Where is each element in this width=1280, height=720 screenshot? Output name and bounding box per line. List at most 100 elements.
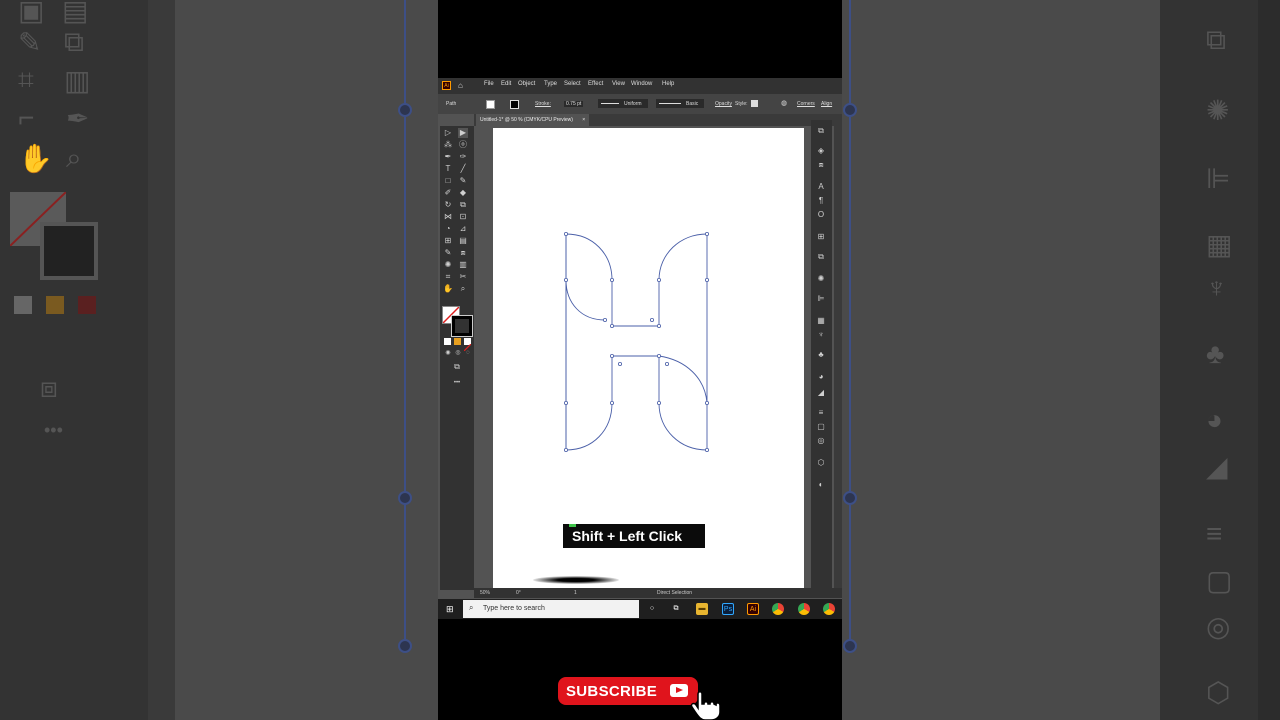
line-tool-icon[interactable]: ╱ (458, 164, 468, 174)
anchor-point[interactable] (704, 232, 709, 237)
menu-type[interactable]: Type (544, 81, 557, 87)
selection-tool-icon[interactable]: ▷ (443, 128, 453, 138)
zoom-tool-icon[interactable]: ⌕ (458, 284, 468, 294)
anchor-point[interactable] (610, 400, 615, 405)
anchor-point[interactable] (656, 277, 661, 282)
symbols-icon[interactable]: ♣ (816, 350, 826, 360)
brushes-icon[interactable]: ◢ (816, 388, 826, 398)
opentype-icon[interactable]: O (816, 210, 826, 220)
taskbar-search[interactable]: ⌕ Type here to search (463, 600, 639, 618)
direct-selection-tool-icon[interactable]: ▶ (458, 128, 468, 138)
stroke-weight-field[interactable]: 0.75 pt (564, 101, 584, 107)
chrome-icon[interactable] (772, 603, 784, 615)
curvature-tool-icon[interactable]: ✑ (458, 152, 468, 162)
shaper-tool-icon[interactable]: ✐ (443, 188, 453, 198)
recolor-icon[interactable]: ◍ (781, 99, 787, 107)
color-mode-icon[interactable] (444, 338, 451, 345)
draw-normal-icon[interactable]: ◉ (443, 348, 453, 358)
pen-tool-icon[interactable]: ✒ (443, 152, 453, 162)
graphic-styles-icon[interactable]: ◕ (816, 372, 826, 382)
menu-edit[interactable]: Edit (501, 81, 511, 87)
paragraph-icon[interactable]: ¶ (816, 196, 826, 206)
zoom-level[interactable]: 50% (480, 590, 490, 596)
shape-builder-tool-icon[interactable]: ◔ (443, 224, 453, 234)
direction-handle[interactable] (618, 361, 623, 366)
mesh-tool-icon[interactable]: ⊞ (443, 236, 453, 246)
menu-help[interactable]: Help (662, 81, 674, 87)
puppet-warp-icon[interactable]: ♆ (816, 330, 826, 340)
variable-width-profile[interactable]: Uniform (598, 99, 648, 108)
column-graph-tool-icon[interactable]: ▥ (458, 260, 468, 270)
align-label[interactable]: Align (821, 101, 832, 107)
gradient-mode-icon[interactable] (454, 338, 461, 345)
stroke-icon[interactable]: ≡ (816, 408, 826, 418)
libraries-icon[interactable]: ⧈ (816, 160, 826, 170)
anchor-point[interactable] (704, 277, 709, 282)
artboard-navigator[interactable]: 1 (574, 590, 577, 596)
menu-object[interactable]: Object (518, 81, 535, 87)
screen-mode-icon[interactable]: ⧉ (452, 362, 462, 372)
home-icon[interactable]: ⌂ (458, 81, 463, 90)
none-mode-icon[interactable] (463, 338, 472, 352)
direction-handle[interactable] (603, 317, 608, 322)
symbol-sprayer-tool-icon[interactable]: ✺ (443, 260, 453, 270)
draw-behind-icon[interactable]: ◎ (453, 348, 463, 358)
path-segment-curve[interactable] (565, 279, 606, 321)
anchor-point[interactable] (704, 447, 709, 452)
color-guide-icon[interactable]: ✺ (816, 274, 826, 284)
chrome-icon[interactable] (798, 603, 810, 615)
letter-h-paths[interactable] (493, 128, 804, 588)
align-icon[interactable]: ⊫ (816, 294, 826, 304)
anchor-point[interactable] (564, 277, 569, 282)
stroke-label[interactable]: Stroke: (535, 101, 551, 107)
lasso-tool-icon[interactable]: ⓞ (458, 140, 468, 150)
direction-handle[interactable] (664, 361, 669, 366)
pathfinder-icon[interactable]: ⧉ (816, 252, 826, 262)
close-tab-icon[interactable]: × (582, 117, 585, 123)
anchor-point[interactable] (656, 323, 661, 328)
menu-effect[interactable]: Effect (588, 81, 603, 87)
subscribe-button[interactable]: SUBSCRIBE (558, 677, 698, 705)
menu-window[interactable]: Window (631, 81, 652, 87)
anchor-point[interactable] (564, 447, 569, 452)
transform-icon[interactable]: ⊞ (816, 232, 826, 242)
menu-view[interactable]: View (612, 81, 625, 87)
hand-tool-icon[interactable]: ✋ (443, 284, 453, 294)
blend-tool-icon[interactable]: ⧈ (458, 248, 468, 258)
edit-toolbar-icon[interactable]: ••• (452, 378, 462, 388)
stroke-swatch[interactable] (451, 315, 473, 337)
3d-icon[interactable]: ⬡ (816, 458, 826, 468)
windows-start-icon[interactable]: ⊞ (446, 604, 456, 614)
type-tool-icon[interactable]: T (443, 164, 453, 174)
artboard[interactable] (493, 128, 804, 588)
draw-inside-icon[interactable]: ◌ (463, 348, 473, 358)
character-icon[interactable]: A (816, 182, 826, 192)
eraser-tool-icon[interactable]: ◆ (458, 188, 468, 198)
direction-handle[interactable] (649, 317, 654, 322)
photoshop-icon[interactable]: Ps (722, 603, 734, 615)
rectangle-tool-icon[interactable]: □ (443, 176, 453, 186)
slice-tool-icon[interactable]: ✂ (458, 272, 468, 282)
corners-label[interactable]: Corners (797, 101, 815, 107)
gradient-tool-icon[interactable]: ▤ (458, 236, 468, 246)
anchor-point[interactable] (656, 400, 661, 405)
gradient-icon[interactable]: ▢ (816, 422, 826, 432)
width-tool-icon[interactable]: ⋈ (443, 212, 453, 222)
anchor-point[interactable] (610, 277, 615, 282)
artboard-tool-icon[interactable]: ⌗ (443, 272, 453, 282)
opacity-label[interactable]: Opacity (715, 101, 732, 107)
properties-icon[interactable]: ⧉ (816, 126, 826, 136)
fill-none-swatch[interactable] (486, 100, 495, 109)
anchor-point[interactable] (656, 353, 661, 358)
scale-tool-icon[interactable]: ⧉ (458, 200, 468, 210)
stroke-color-swatch[interactable] (510, 100, 519, 109)
cortana-icon[interactable]: ○ (646, 603, 658, 615)
rotation-field[interactable]: 0° (516, 590, 521, 596)
letter-h-outline[interactable] (565, 233, 708, 451)
anchor-point[interactable] (610, 353, 615, 358)
free-transform-tool-icon[interactable]: ⊡ (458, 212, 468, 222)
transparency-icon[interactable]: ◎ (816, 436, 826, 446)
brush-definition[interactable]: Basic (656, 99, 704, 108)
panel-collapse-strip[interactable] (834, 120, 842, 590)
menu-select[interactable]: Select (564, 81, 581, 87)
